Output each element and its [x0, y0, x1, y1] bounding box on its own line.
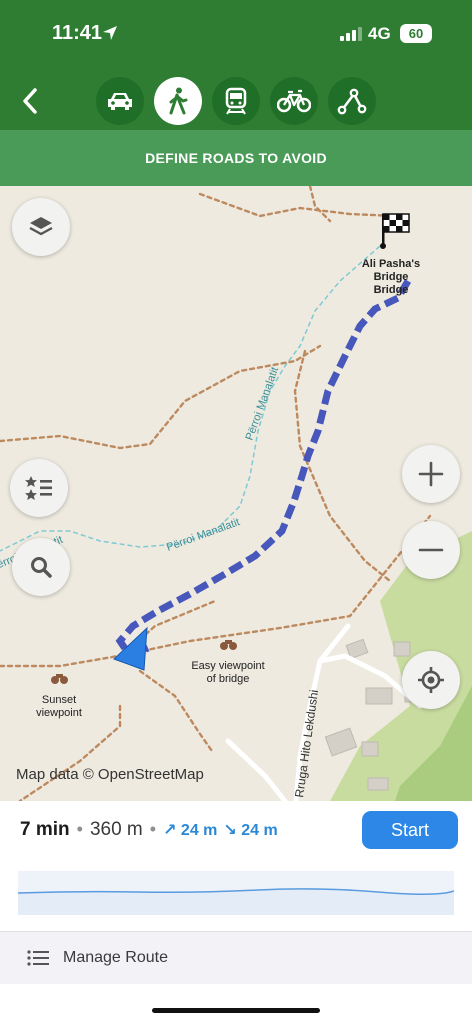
define-roads-to-avoid-button[interactable]: DEFINE ROADS TO AVOID: [0, 130, 472, 186]
manage-route-button[interactable]: Manage Route: [0, 931, 472, 984]
destination-label: Ali Pasha's Bridge Bridge: [355, 258, 427, 297]
network-label: 4G: [368, 24, 391, 43]
trail-label: Përroi Manalatit: [244, 366, 282, 443]
poi-label-sunset-viewpoint[interactable]: Sunset viewpoint: [18, 694, 100, 720]
search-icon: [31, 557, 52, 578]
battery-indicator: 60: [400, 24, 432, 43]
location-arrow-icon: [103, 26, 117, 40]
route-descent: ↘ 24 m: [223, 822, 278, 839]
home-indicator: [152, 1008, 320, 1013]
mode-car-button[interactable]: [96, 77, 144, 125]
layers-button[interactable]: [12, 198, 70, 256]
destination-label-line: Ali Pasha's: [361, 258, 421, 270]
start-button[interactable]: Start: [362, 811, 458, 849]
search-button[interactable]: [12, 538, 70, 596]
route-summary-sheet: 7 min • 360 m • ↗ 24 m ↘ 24 m Start Mana…: [0, 801, 472, 1024]
mode-transit-button[interactable]: [212, 77, 260, 125]
destination-label-line: Bridge: [373, 284, 409, 296]
map-view[interactable]: Përroi Manalatit Përroi Manalatit Përroi…: [0, 186, 472, 801]
poi-label-line: Sunset: [41, 694, 77, 706]
my-location-button[interactable]: [402, 651, 460, 709]
zoom-out-button[interactable]: [402, 521, 460, 579]
list-icon: [27, 950, 49, 966]
navigation-bar: [0, 72, 472, 130]
mode-walk-button[interactable]: [154, 77, 202, 125]
plus-icon: [418, 461, 444, 487]
chevron-left-icon: [23, 88, 37, 114]
zoom-in-button[interactable]: [402, 445, 460, 503]
route-line-icon: [337, 88, 367, 115]
bicycle-icon: [277, 89, 311, 113]
poi-label-line: Easy viewpoint: [191, 660, 265, 672]
crosshair-icon: [418, 667, 444, 693]
mode-bicycle-button[interactable]: [270, 77, 318, 125]
poi-label-line: viewpoint: [36, 707, 82, 719]
status-time: 11:41: [52, 22, 103, 44]
road-label: Rruga Hito Lekdushi: [292, 689, 321, 799]
favorites-list-button[interactable]: [10, 459, 68, 517]
status-bar: 11:41 4G 60: [0, 0, 472, 72]
map-attribution[interactable]: Map data © OpenStreetMap: [16, 766, 204, 783]
poi-label-line: of bridge: [206, 673, 250, 685]
destination-label-line: Bridge: [373, 271, 409, 283]
separator-dot: •: [76, 819, 83, 839]
star-list-icon: [25, 476, 52, 500]
route-time: 7 min: [20, 819, 70, 840]
signal-icon: [340, 27, 362, 41]
destination-flag-icon: [380, 213, 410, 249]
manage-route-label: Manage Route: [63, 949, 168, 966]
tram-icon: [225, 87, 247, 115]
route-ascent: ↗ 24 m: [163, 822, 218, 839]
mode-direct-button[interactable]: [328, 77, 376, 125]
poi-label-easy-viewpoint[interactable]: Easy viewpoint of bridge: [178, 660, 278, 686]
route-summary: 7 min • 360 m • ↗ 24 m ↘ 24 m: [20, 819, 278, 841]
minus-icon: [418, 548, 444, 552]
trail-label: Përroi Manalatit: [165, 516, 242, 554]
back-button[interactable]: [12, 81, 48, 121]
separator-dot: •: [149, 819, 157, 839]
car-icon: [108, 93, 132, 110]
walk-icon: [169, 87, 188, 115]
layers-icon: [29, 217, 53, 236]
route-distance: 360 m: [89, 819, 143, 840]
elevation-profile-chart[interactable]: [18, 871, 454, 915]
